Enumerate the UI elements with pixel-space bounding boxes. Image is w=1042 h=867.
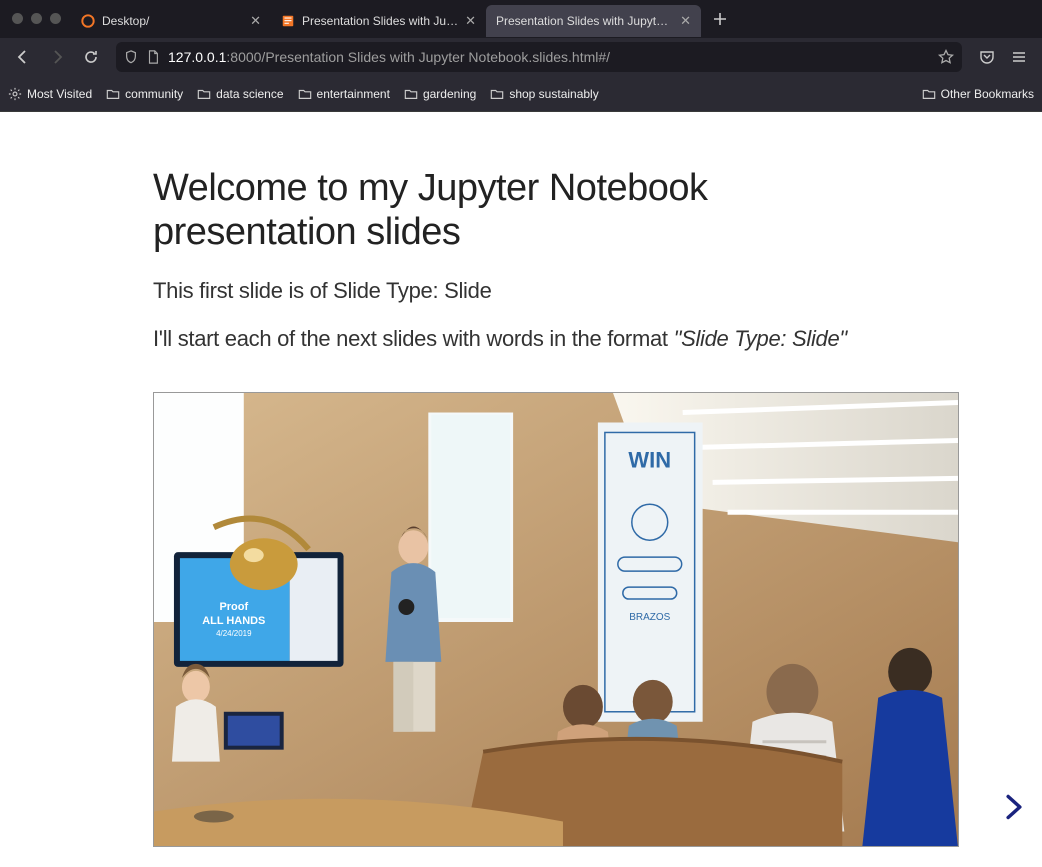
bookmark-community[interactable]: community bbox=[106, 87, 183, 101]
tab-desktop[interactable]: Desktop/ ✕ bbox=[71, 5, 271, 37]
slide-body-text: I'll start each of the next slides with … bbox=[153, 326, 674, 351]
folder-icon bbox=[106, 87, 120, 101]
window-controls bbox=[8, 13, 71, 24]
svg-text:ALL HANDS: ALL HANDS bbox=[202, 615, 265, 627]
svg-text:Proof: Proof bbox=[219, 601, 248, 613]
window-minimize-icon[interactable] bbox=[31, 13, 42, 24]
slide-image: WIN BRAZOS Proof ALL HANDS 4/24/2019 bbox=[153, 392, 959, 847]
svg-text:WIN: WIN bbox=[628, 448, 671, 473]
notebook-icon bbox=[281, 14, 295, 28]
close-icon[interactable]: ✕ bbox=[465, 14, 476, 27]
bookmark-label: gardening bbox=[423, 87, 476, 101]
folder-icon bbox=[298, 87, 312, 101]
close-icon[interactable]: ✕ bbox=[680, 14, 691, 27]
nav-toolbar: 127.0.0.1:8000/Presentation Slides with … bbox=[0, 38, 1042, 78]
window-maximize-icon[interactable] bbox=[50, 13, 61, 24]
tab-title: Desktop/ bbox=[102, 14, 243, 28]
slide-subtitle: This first slide is of Slide Type: Slide bbox=[153, 278, 892, 304]
back-button[interactable] bbox=[8, 42, 38, 72]
folder-icon bbox=[197, 87, 211, 101]
next-slide-button[interactable] bbox=[1000, 793, 1028, 821]
folder-icon bbox=[404, 87, 418, 101]
url-bar[interactable]: 127.0.0.1:8000/Presentation Slides with … bbox=[116, 42, 962, 72]
page-icon bbox=[146, 50, 160, 64]
slide: Welcome to my Jupyter Notebook presentat… bbox=[0, 112, 1042, 867]
bookmark-shop-sustainably[interactable]: shop sustainably bbox=[490, 87, 598, 101]
svg-text:4/24/2019: 4/24/2019 bbox=[216, 629, 252, 638]
bookmark-label: Most Visited bbox=[27, 87, 92, 101]
close-icon[interactable]: ✕ bbox=[250, 14, 261, 27]
slide-body: I'll start each of the next slides with … bbox=[153, 326, 892, 352]
new-tab-button[interactable] bbox=[707, 6, 733, 32]
pocket-icon[interactable] bbox=[972, 42, 1002, 72]
forward-button[interactable] bbox=[42, 42, 72, 72]
url-path: :8000/Presentation Slides with Jupyter N… bbox=[226, 49, 610, 65]
tab-title: Presentation Slides with Jupyter bbox=[302, 14, 458, 28]
window-close-icon[interactable] bbox=[12, 13, 23, 24]
menu-icon[interactable] bbox=[1004, 42, 1034, 72]
tab-strip: Desktop/ ✕ Presentation Slides with Jupy… bbox=[0, 0, 1042, 38]
jupyter-icon bbox=[81, 14, 95, 28]
reload-button[interactable] bbox=[76, 42, 106, 72]
bookmark-label: shop sustainably bbox=[509, 87, 598, 101]
bookmark-label: data science bbox=[216, 87, 283, 101]
svg-text:BRAZOS: BRAZOS bbox=[629, 612, 670, 623]
bookmark-label: community bbox=[125, 87, 183, 101]
bookmark-data-science[interactable]: data science bbox=[197, 87, 283, 101]
folder-icon bbox=[490, 87, 504, 101]
slide-body-emph: "Slide Type: Slide" bbox=[674, 326, 847, 351]
page-content: Welcome to my Jupyter Notebook presentat… bbox=[0, 112, 1042, 867]
tab-slides-active[interactable]: Presentation Slides with Jupyter Not ✕ bbox=[486, 5, 701, 37]
url-host: 127.0.0.1 bbox=[168, 49, 226, 65]
tab-title: Presentation Slides with Jupyter Not bbox=[496, 14, 673, 28]
browser-chrome: Desktop/ ✕ Presentation Slides with Jupy… bbox=[0, 0, 1042, 112]
tab-notebook[interactable]: Presentation Slides with Jupyter ✕ bbox=[271, 5, 486, 37]
bookmark-star-icon[interactable] bbox=[938, 49, 954, 65]
bookmark-gardening[interactable]: gardening bbox=[404, 87, 476, 101]
toolbar-right bbox=[972, 42, 1034, 72]
gear-icon bbox=[8, 87, 22, 101]
folder-icon bbox=[922, 87, 936, 101]
shield-icon[interactable] bbox=[124, 50, 138, 64]
bookmark-other[interactable]: Other Bookmarks bbox=[922, 87, 1034, 101]
bookmark-label: Other Bookmarks bbox=[941, 87, 1034, 101]
bookmark-label: entertainment bbox=[317, 87, 390, 101]
bookmarks-bar: Most Visited community data science ente… bbox=[0, 77, 1042, 111]
bookmark-entertainment[interactable]: entertainment bbox=[298, 87, 390, 101]
slide-title: Welcome to my Jupyter Notebook presentat… bbox=[153, 167, 892, 254]
bookmark-most-visited[interactable]: Most Visited bbox=[8, 87, 92, 101]
url-text: 127.0.0.1:8000/Presentation Slides with … bbox=[168, 49, 930, 65]
